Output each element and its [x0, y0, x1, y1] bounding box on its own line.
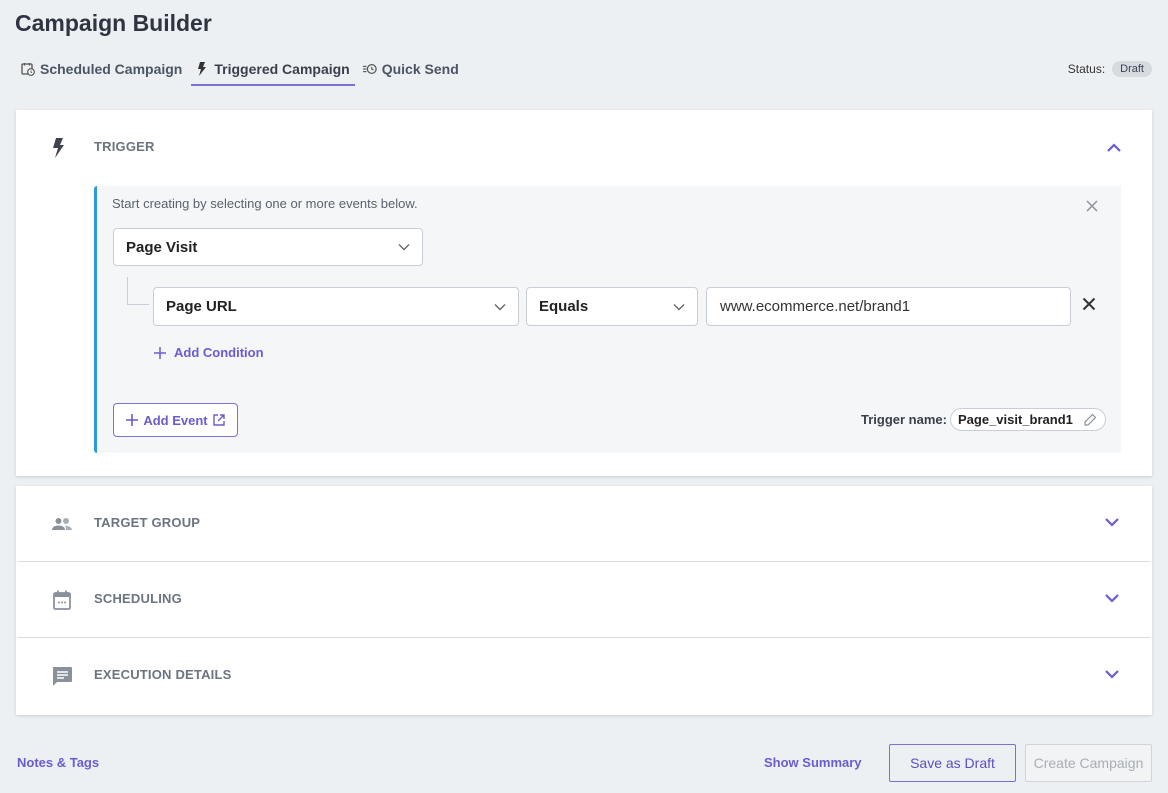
chat-icon: [52, 667, 72, 686]
calendar-clock-icon: [21, 63, 35, 76]
tab-label: Triggered Campaign: [214, 61, 350, 77]
status-badge: Draft: [1112, 61, 1152, 77]
chevron-down-icon[interactable]: [1104, 669, 1120, 679]
condition-value-input[interactable]: www.ecommerce.net/brand1: [706, 287, 1071, 326]
add-condition-button[interactable]: Add Condition: [154, 345, 264, 360]
page-title: Campaign Builder: [15, 10, 212, 36]
scheduling-section[interactable]: SCHEDULING: [18, 562, 1150, 638]
event-select-value: Page Visit: [126, 238, 198, 256]
add-event-button[interactable]: Add Event: [113, 403, 238, 437]
pencil-icon[interactable]: [1083, 413, 1097, 427]
tab-scheduled-campaign[interactable]: Scheduled Campaign: [17, 55, 187, 86]
plus-icon: [126, 414, 139, 426]
section-title: TARGET GROUP: [94, 515, 201, 530]
section-title: SCHEDULING: [94, 591, 182, 606]
show-summary-link[interactable]: Show Summary: [764, 755, 862, 770]
save-draft-button[interactable]: Save as Draft: [889, 744, 1016, 782]
external-link-icon: [212, 414, 225, 426]
create-campaign-button[interactable]: Create Campaign: [1025, 744, 1152, 782]
section-title: TRIGGER: [94, 139, 155, 154]
plus-icon: [154, 346, 166, 359]
event-select[interactable]: Page Visit: [113, 228, 423, 266]
execution-details-section[interactable]: EXECUTION DETAILS: [18, 638, 1150, 714]
status-indicator: Status: Draft: [1068, 61, 1152, 77]
people-icon: [52, 518, 72, 530]
chevron-down-icon: [398, 244, 410, 251]
target-group-section[interactable]: TARGET GROUP: [18, 486, 1150, 562]
chevron-down-icon: [494, 303, 506, 310]
remove-condition-icon[interactable]: [1082, 297, 1096, 311]
collapsed-sections: TARGET GROUP SCHEDULING EXECUTION DETAIL…: [16, 486, 1152, 715]
condition-field-select[interactable]: Page URL: [153, 287, 519, 326]
tab-triggered-campaign[interactable]: Triggered Campaign: [191, 55, 355, 86]
add-event-label: Add Event: [143, 412, 208, 428]
chevron-down-icon[interactable]: [1104, 593, 1120, 603]
add-condition-label: Add Condition: [174, 345, 264, 360]
list-clock-icon: [362, 64, 377, 74]
tab-quick-send[interactable]: Quick Send: [359, 55, 464, 86]
status-label: Status:: [1067, 62, 1106, 76]
chevron-down-icon: [673, 303, 685, 310]
condition-operator-value: Equals: [539, 298, 589, 315]
trigger-name-value: Page_visit_brand1: [958, 412, 1073, 427]
condition-operator-select[interactable]: Equals: [526, 287, 698, 326]
calendar-icon: [53, 590, 71, 610]
trigger-name-label: Trigger name:: [861, 412, 947, 427]
lightning-icon: [53, 138, 64, 158]
trigger-section: TRIGGER Start creating by selecting one …: [16, 110, 1152, 476]
event-panel: Start creating by selecting one or more …: [94, 186, 1121, 453]
tab-label: Scheduled Campaign: [40, 61, 183, 77]
section-title: EXECUTION DETAILS: [94, 667, 232, 682]
lightning-icon: [198, 62, 207, 76]
event-hint: Start creating by selecting one or more …: [112, 196, 418, 211]
campaign-type-tabs: Scheduled Campaign Triggered Campaign Qu…: [17, 55, 468, 86]
notes-tags-link[interactable]: Notes & Tags: [17, 755, 99, 770]
tree-connector: [127, 277, 149, 305]
chevron-up-icon[interactable]: [1106, 143, 1122, 153]
tab-label: Quick Send: [381, 61, 459, 77]
condition-field-value: Page URL: [166, 298, 237, 315]
chevron-down-icon[interactable]: [1104, 517, 1120, 527]
close-icon[interactable]: [1085, 199, 1099, 213]
trigger-name-field[interactable]: Page_visit_brand1: [950, 408, 1106, 431]
